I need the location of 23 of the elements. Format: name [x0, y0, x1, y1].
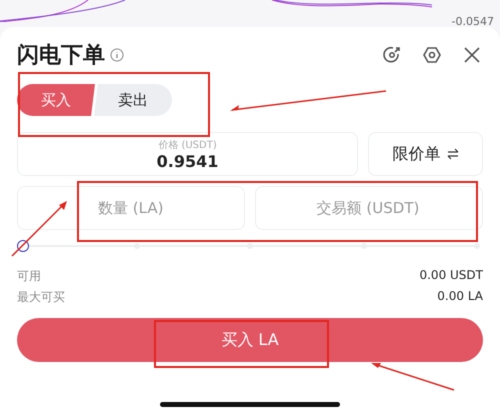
- slider-step[interactable]: [134, 243, 140, 249]
- annotation-arrow: [10, 200, 68, 258]
- order-type-button[interactable]: 限价单: [368, 132, 483, 176]
- slider-step[interactable]: [474, 243, 480, 249]
- swap-icon: [446, 148, 458, 160]
- amount-field[interactable]: 数量 (LA): [17, 186, 245, 230]
- info-icon[interactable]: [110, 48, 124, 62]
- price-field[interactable]: 价格 (USDT) 0.9541: [17, 132, 358, 176]
- sheet-title: 闪电下单: [17, 42, 105, 70]
- total-field[interactable]: 交易额 (USDT): [255, 186, 483, 230]
- slider-step[interactable]: [247, 243, 253, 249]
- info-value: 0.00 USDT: [419, 268, 483, 284]
- side-tab[interactable]: 卖出: [94, 84, 172, 116]
- info-label: 可用: [17, 268, 41, 285]
- axis-value: -0.0547: [452, 15, 494, 28]
- info-label: 最大可买: [17, 289, 65, 306]
- side-tab[interactable]: 买入: [17, 84, 95, 116]
- settings-icon[interactable]: [421, 44, 443, 66]
- submit-button[interactable]: 买入 LA: [17, 318, 483, 362]
- info-value: 0.00 LA: [437, 289, 483, 305]
- price-value: 0.9541: [156, 152, 218, 170]
- slider-step[interactable]: [360, 243, 366, 249]
- price-label: 价格 (USDT): [158, 138, 217, 152]
